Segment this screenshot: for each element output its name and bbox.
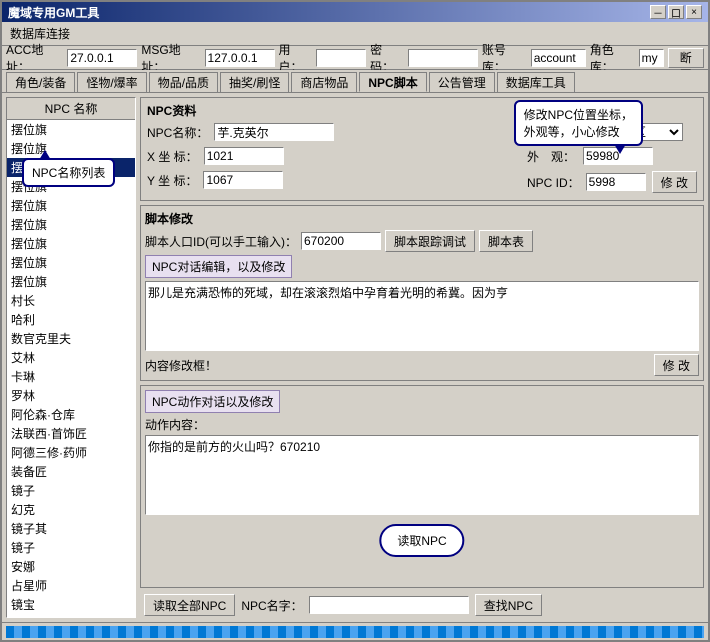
acc-input[interactable] — [67, 49, 137, 67]
edit-label: NPC对话编辑，以及修改 — [145, 255, 292, 278]
script-id-row: 脚本人口ID(可以手工输入)： 脚本跟踪调试 脚本表 — [145, 230, 699, 252]
list-item[interactable]: 数官克里夫 — [7, 329, 135, 348]
read-all-button[interactable]: 读取全部NPC — [144, 594, 235, 616]
account-input[interactable] — [531, 49, 586, 67]
list-item[interactable]: 村长 — [7, 291, 135, 310]
content-modify-label: 内容修改框！ — [145, 357, 217, 374]
role-input[interactable] — [639, 49, 664, 67]
npc-name-label: NPC名字： — [241, 597, 302, 614]
action-section: NPC动作对话以及修改 动作内容： 你指的是前方的火山吗？670210 读取NP… — [140, 385, 704, 588]
list-item[interactable]: 摆位旗 — [7, 215, 135, 234]
msg-input[interactable] — [205, 49, 275, 67]
status-bar — [2, 622, 708, 640]
npc-list-header: NPC 名称 — [7, 98, 135, 120]
list-item[interactable]: 阿德三修·药师 — [7, 443, 135, 462]
npc-list-panel: NPC 名称 摆位旗 摆位旗 摆位旗 摆位旗 摆位旗 摆位旗 摆位旗 摆位旗 摆… — [6, 97, 136, 618]
action-label: 动作内容： — [145, 416, 699, 433]
bottom-bar: 读取全部NPC NPC名字： 查找NPC — [140, 592, 704, 618]
tab-costume[interactable]: 角色/装备 — [6, 72, 75, 92]
x-coord-label: X 坐 标： — [147, 148, 198, 165]
list-item[interactable]: 镜子 — [7, 481, 135, 500]
list-item[interactable]: 镜宝 — [7, 595, 135, 614]
list-item[interactable]: 摆位旗 — [7, 139, 135, 158]
tab-shop[interactable]: 商店物品 — [291, 72, 357, 92]
pwd-input[interactable] — [408, 49, 478, 67]
list-item[interactable]: 艾林 — [7, 348, 135, 367]
script-section: 脚本修改 脚本人口ID(可以手工输入)： 脚本跟踪调试 脚本表 NPC对话编辑，… — [140, 205, 704, 381]
window-controls: － 口 × — [650, 5, 702, 19]
disconnect-button[interactable]: 断开 — [668, 48, 704, 68]
appearance-row: 外 观： — [527, 147, 697, 165]
npc-id-row: NPC ID： 修 改 — [527, 171, 697, 193]
tab-lottery[interactable]: 抽奖/刷怪 — [220, 72, 289, 92]
list-item[interactable]: 镜子 — [7, 538, 135, 557]
right-panel: NPC资料 NPC名称： X 坐 标： Y 坐 标： — [140, 97, 704, 618]
y-coord-input[interactable] — [203, 171, 283, 189]
read-npc-callout: 读取NPC — [379, 524, 464, 557]
list-item[interactable]: 摆位旗 — [7, 234, 135, 253]
main-window: 魔域专用GM工具 － 口 × 数据库连接 ACC地址： MSG地址： 用户： 密… — [0, 0, 710, 642]
script-modify-button[interactable]: 修 改 — [654, 354, 699, 376]
npc-id-label: NPC ID： — [527, 174, 580, 191]
window-title: 魔域专用GM工具 — [8, 4, 99, 21]
list-item[interactable]: 摆位旗 — [7, 196, 135, 215]
list-item[interactable]: 摆位旗 — [7, 272, 135, 291]
list-item[interactable]: 占星师 — [7, 576, 135, 595]
list-item[interactable]: 镜子其 — [7, 519, 135, 538]
list-item[interactable]: 摆位旗 — [7, 120, 135, 139]
restore-button[interactable]: 口 — [668, 5, 684, 19]
debug-button[interactable]: 脚本跟踪调试 — [385, 230, 475, 252]
tab-bar: 角色/装备 怪物/爆率 物品/品质 抽奖/刷怪 商店物品 NPC脚本 公告管理 … — [2, 70, 708, 93]
npc-name-row: NPC名称： — [147, 123, 517, 141]
npc-position-callout-wrapper: 修改NPC位置坐标，外观等，小心修改 — [514, 100, 643, 146]
appearance-label: 外 观： — [527, 148, 577, 165]
list-item[interactable]: 罗林 — [7, 386, 135, 405]
script-id-input[interactable] — [301, 232, 381, 250]
main-area: NPC 名称 摆位旗 摆位旗 摆位旗 摆位旗 摆位旗 摆位旗 摆位旗 摆位旗 摆… — [2, 93, 708, 622]
tab-db[interactable]: 数据库工具 — [497, 72, 575, 92]
x-coord-input[interactable] — [204, 147, 284, 165]
read-npc-callout-wrapper: 读取NPC — [379, 524, 464, 557]
script-edit-textarea[interactable]: 那儿是充满恐怖的死域，却在滚滚烈焰中孕育着光明的希冀。因为亨 — [145, 281, 699, 351]
npc-name-input[interactable] — [214, 123, 334, 141]
user-input[interactable] — [316, 49, 366, 67]
list-item[interactable]: 安娜 — [7, 557, 135, 576]
list-item[interactable]: 摆位旗 — [7, 253, 135, 272]
npc-position-callout: 修改NPC位置坐标，外观等，小心修改 — [514, 100, 643, 146]
script-table-button[interactable]: 脚本表 — [479, 230, 533, 252]
find-npc-button[interactable]: 查找NPC — [475, 594, 542, 616]
progress-bar — [6, 626, 704, 638]
npc-list-callout-wrapper: NPC名称列表 — [22, 158, 115, 187]
tab-npc[interactable]: NPC脚本 — [359, 72, 426, 92]
script-id-label: 脚本人口ID(可以手工输入)： — [145, 233, 297, 250]
npc-list-callout: NPC名称列表 — [22, 158, 115, 187]
y-coord-label: Y 坐 标： — [147, 172, 197, 189]
npc-id-input[interactable] — [586, 173, 646, 191]
list-item[interactable]: 阿伦森·仓库 — [7, 405, 135, 424]
action-textarea[interactable]: 你指的是前方的火山吗？670210 — [145, 435, 699, 515]
acc-bar: ACC地址： MSG地址： 用户： 密码： 账号库： 角色库： 断开 — [2, 46, 708, 70]
npc-list-body[interactable]: 摆位旗 摆位旗 摆位旗 摆位旗 摆位旗 摆位旗 摆位旗 摆位旗 摆位旗 村长 哈… — [7, 120, 135, 617]
list-item[interactable]: 厄了 — [7, 614, 135, 617]
tab-item[interactable]: 物品/品质 — [149, 72, 218, 92]
y-coord-row: Y 坐 标： — [147, 171, 517, 189]
list-item[interactable]: 哈利 — [7, 310, 135, 329]
tab-announce[interactable]: 公告管理 — [429, 72, 495, 92]
tab-monster[interactable]: 怪物/爆率 — [77, 72, 146, 92]
list-item[interactable]: 装备匠 — [7, 462, 135, 481]
list-item[interactable]: 法联西·首饰匠 — [7, 424, 135, 443]
npc-modify-button[interactable]: 修 改 — [652, 171, 697, 193]
npc-name-label: NPC名称： — [147, 124, 208, 141]
minimize-button[interactable]: － — [650, 5, 666, 19]
x-coord-row: X 坐 标： — [147, 147, 517, 165]
title-bar: 魔域专用GM工具 － 口 × — [2, 2, 708, 22]
npc-data-section: NPC资料 NPC名称： X 坐 标： Y 坐 标： — [140, 97, 704, 201]
list-item[interactable]: 卡琳 — [7, 367, 135, 386]
script-title: 脚本修改 — [145, 210, 699, 227]
npc-name-input[interactable] — [309, 596, 469, 614]
close-button[interactable]: × — [686, 5, 702, 19]
action-title: NPC动作对话以及修改 — [145, 390, 280, 413]
list-item[interactable]: 幻克 — [7, 500, 135, 519]
